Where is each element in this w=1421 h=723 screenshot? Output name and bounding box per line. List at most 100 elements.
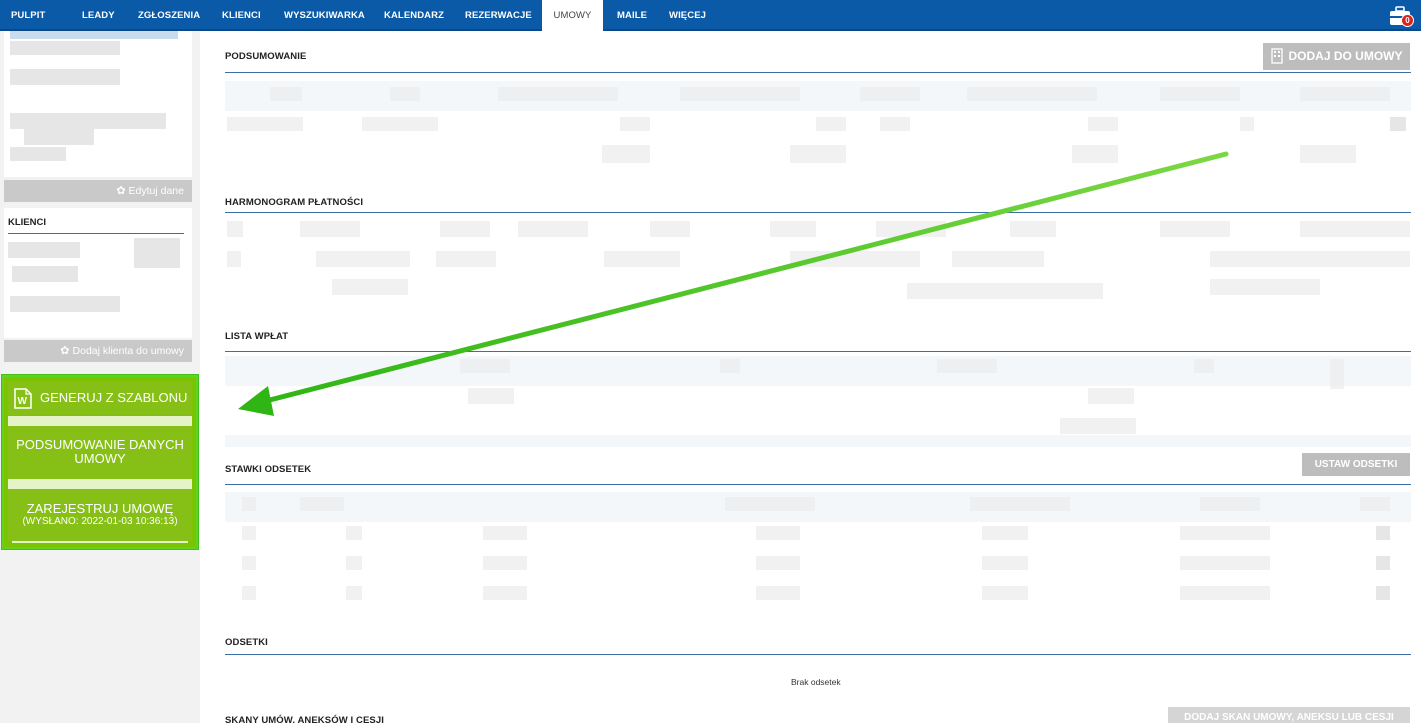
redacted-text (604, 251, 680, 267)
redacted-text (10, 41, 120, 55)
word-document-icon: W (14, 388, 32, 409)
redacted-text (1300, 221, 1410, 237)
redacted-text (300, 221, 360, 237)
payment-schedule-title: HARMONOGRAM PŁATNOŚCI (225, 197, 364, 208)
redacted-text (982, 556, 1028, 570)
building-icon (1271, 48, 1283, 64)
redacted-text (300, 497, 344, 511)
redacted-text (1088, 117, 1118, 131)
redacted-text (970, 497, 1070, 511)
redacted-text (518, 221, 588, 237)
redacted-text (12, 266, 78, 282)
redacted-text (1180, 556, 1270, 570)
register-contract-label: ZAREJESTRUJ UMOWĘ (26, 501, 174, 516)
set-interest-button[interactable]: USTAW ODSETKI (1302, 453, 1410, 476)
nav-pulpit[interactable]: PULPIT (11, 0, 45, 31)
redacted-text (982, 526, 1028, 540)
nav-rezerwacje[interactable]: REZERWACJE (465, 0, 532, 31)
divider (12, 541, 188, 543)
redacted-text (880, 117, 910, 131)
redacted-text (1160, 87, 1240, 101)
divider (8, 233, 184, 234)
register-contract-button[interactable]: ZAREJESTRUJ UMOWĘ (WYSŁANO: 2022-01-03 1… (8, 489, 192, 541)
nav-wyszukiwarka[interactable]: WYSZUKIWARKA (284, 0, 365, 31)
nav-klienci[interactable]: KLIENCI (222, 0, 261, 31)
divider (8, 479, 192, 489)
redacted-text (937, 359, 997, 373)
redacted-text (483, 526, 527, 540)
divider (225, 212, 1411, 213)
nav-zgloszenia[interactable]: ZGŁOSZENIA (138, 0, 200, 31)
redacted-text (952, 251, 1044, 267)
redacted-text (436, 251, 496, 267)
gear-icon: ✿ (116, 185, 126, 197)
redacted-text (242, 556, 256, 570)
redacted-text (1088, 388, 1134, 404)
redacted-text (1210, 279, 1320, 295)
redacted-text (860, 87, 920, 101)
redacted-text (907, 283, 1103, 299)
redacted-text (1210, 251, 1410, 267)
add-client-label: Dodaj klienta do umowy (72, 345, 184, 357)
add-to-contract-button[interactable]: DODAJ DO UMOWY (1263, 43, 1410, 70)
nav-kalendarz[interactable]: KALENDARZ (384, 0, 444, 31)
redacted-text (483, 556, 527, 570)
redacted-text (1240, 117, 1254, 131)
redacted-text (242, 526, 256, 540)
nav-wiecej[interactable]: WIĘCEJ (669, 0, 706, 31)
redacted-text (720, 359, 740, 373)
redacted-text (242, 497, 256, 511)
scans-title: SKANY UMÓW, ANEKSÓW I CESJI (225, 715, 384, 723)
redacted-text (10, 31, 178, 39)
summary-data-button[interactable]: PODSUMOWANIE DANYCH UMOWY (8, 426, 192, 479)
nav-leady[interactable]: LEADY (82, 0, 115, 31)
clients-card: KLIENCI (4, 208, 192, 338)
redacted-text (756, 586, 800, 600)
redacted-text (790, 145, 846, 163)
redacted-text (346, 586, 362, 600)
divider (225, 484, 1411, 485)
redacted-text (1300, 87, 1390, 101)
redacted-text (725, 497, 815, 511)
divider (225, 654, 1411, 655)
notification-badge: 0 (1401, 14, 1414, 27)
redacted-text (270, 87, 302, 101)
redacted-text (602, 145, 650, 163)
app-window: PULPIT LEADY ZGŁOSZENIA KLIENCI WYSZUKIW… (0, 0, 1421, 723)
divider (225, 351, 1411, 352)
redacted-text (1376, 586, 1390, 600)
interest-rates-title: STAWKI ODSETEK (225, 464, 312, 475)
redacted-text (1390, 117, 1406, 131)
redacted-text (227, 117, 303, 131)
summary-section-title: PODSUMOWANIE (225, 51, 307, 62)
redacted-text (790, 251, 920, 267)
redacted-text (876, 221, 946, 237)
redacted-text (460, 359, 510, 373)
redacted-text (650, 221, 690, 237)
redacted-text (227, 251, 241, 267)
top-navigation: PULPIT LEADY ZGŁOSZENIA KLIENCI WYSZUKIW… (0, 0, 1421, 31)
redacted-text (1072, 145, 1118, 163)
redacted-text (816, 117, 846, 131)
generate-from-template-button[interactable]: W GENERUJ Z SZABLONU (8, 381, 192, 415)
redacted-text (1180, 526, 1270, 540)
redacted-text (1060, 418, 1136, 434)
redacted-text (468, 388, 514, 404)
add-client-button[interactable]: ✿ Dodaj klienta do umowy (4, 340, 192, 362)
redacted-text (982, 586, 1028, 600)
redacted-text (756, 526, 800, 540)
clients-heading: KLIENCI (8, 217, 46, 228)
add-to-contract-label: DODAJ DO UMOWY (1288, 49, 1403, 63)
nav-maile[interactable]: MAILE (617, 0, 647, 31)
redacted-text (1200, 497, 1260, 511)
redacted-text (10, 69, 120, 85)
redacted-text (346, 556, 362, 570)
redacted-text (134, 238, 180, 268)
payments-table-header (225, 356, 1411, 386)
add-scan-button[interactable]: DODAJ SKAN UMOWY, ANEKSU LUB CESJI (1168, 707, 1410, 723)
edit-data-button[interactable]: ✿ Edytuj dane (4, 180, 192, 202)
redacted-text (1330, 359, 1344, 389)
redacted-text (1376, 556, 1390, 570)
no-interest-message: Brak odsetek (791, 677, 841, 687)
nav-umowy[interactable]: UMOWY (542, 0, 603, 31)
